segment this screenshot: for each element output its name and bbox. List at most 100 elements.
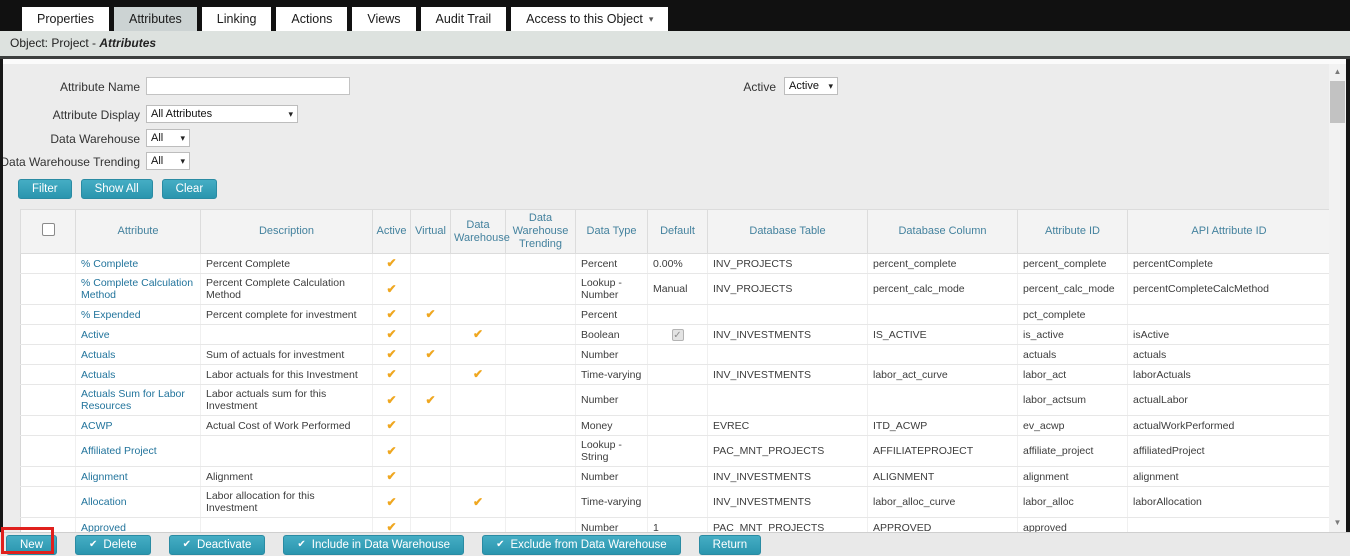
table-row: Approved✔Number1PAC_MNT_PROJECTSAPPROVED… xyxy=(21,518,1331,533)
attribute-link[interactable]: Actuals xyxy=(81,349,115,361)
clear-button[interactable]: Clear xyxy=(162,179,217,199)
cell-description: Sum of actuals for investment xyxy=(201,345,373,365)
tab-linking[interactable]: Linking xyxy=(202,7,272,31)
active-filter-label: Active xyxy=(706,80,776,94)
attribute-link[interactable]: % Complete xyxy=(81,258,138,270)
tab-label: Access to this Object xyxy=(526,12,643,26)
check-icon: ✔ xyxy=(386,520,396,532)
cell-description xyxy=(201,518,373,533)
attribute-link[interactable]: Actuals xyxy=(81,369,115,381)
scroll-up-icon[interactable]: ▲ xyxy=(1329,64,1346,79)
chevron-down-icon: ▾ xyxy=(649,14,654,25)
filter-button[interactable]: Filter xyxy=(18,179,72,199)
cell-description: Percent Complete Calculation Method xyxy=(201,274,373,305)
cell-attribute_id: approved xyxy=(1018,518,1128,533)
vertical-scrollbar[interactable]: ▲ ▼ xyxy=(1329,64,1346,532)
select-all-checkbox[interactable] xyxy=(42,223,55,236)
cell-dw_trending xyxy=(506,305,576,325)
cell-virtual xyxy=(411,436,451,467)
cell-dw_trending xyxy=(506,274,576,305)
attribute-link[interactable]: Affiliated Project xyxy=(81,445,157,457)
cell-db_column: labor_alloc_curve xyxy=(868,487,1018,518)
cell-_cb xyxy=(21,305,76,325)
cell-attribute: % Expended xyxy=(76,305,201,325)
table-row: % Complete Calculation Method Percent Com… xyxy=(21,274,1331,305)
cell-db_column: APPROVED xyxy=(868,518,1018,533)
cell-description: Labor actuals for this Investment xyxy=(201,365,373,385)
cell-db_column: ALIGNMENT xyxy=(868,467,1018,487)
tab-access-to-this-object[interactable]: Access to this Object ▾ xyxy=(511,7,668,31)
cell-dw_trending xyxy=(506,467,576,487)
tab-views[interactable]: Views xyxy=(352,7,415,31)
attribute-name-input[interactable] xyxy=(146,77,350,95)
cell-virtual: ✔ xyxy=(411,305,451,325)
select-all-header-cell xyxy=(21,210,76,254)
column-header-virtual: Virtual xyxy=(411,210,451,254)
delete-button[interactable]: ✔Delete xyxy=(75,535,151,555)
cell-attribute: ACWP xyxy=(76,416,201,436)
table-row: AlignmentAlignment✔NumberINV_INVESTMENTS… xyxy=(21,467,1331,487)
cell-attribute_id: alignment xyxy=(1018,467,1128,487)
return-button[interactable]: Return xyxy=(699,535,762,555)
cell-attribute: Actuals xyxy=(76,345,201,365)
cell-_cb xyxy=(21,254,76,274)
cell-api_attribute_id: actualWorkPerformed xyxy=(1128,416,1331,436)
exclude-from-data-warehouse-button[interactable]: ✔Exclude from Data Warehouse xyxy=(482,535,681,555)
include-in-data-warehouse-button[interactable]: ✔Include in Data Warehouse xyxy=(283,535,464,555)
cell-default xyxy=(648,305,708,325)
cell-attribute_id: percent_complete xyxy=(1018,254,1128,274)
scroll-down-icon[interactable]: ▼ xyxy=(1329,515,1346,530)
tab-audit-trail[interactable]: Audit Trail xyxy=(421,7,507,31)
cell-data_warehouse xyxy=(451,416,506,436)
panel-top-strip xyxy=(3,59,1346,64)
cell-db_table: PAC_MNT_PROJECTS xyxy=(708,518,868,533)
active-filter-select[interactable]: Active ▾ xyxy=(784,77,838,95)
cell-description: Alignment xyxy=(201,467,373,487)
deactivate-button[interactable]: ✔Deactivate xyxy=(169,535,266,555)
window-edge-left xyxy=(0,59,3,532)
attributes-table-wrap: AttributeDescriptionActiveVirtualData Wa… xyxy=(20,209,1330,532)
check-icon: ✔ xyxy=(386,393,396,407)
attribute-name-label: Attribute Name xyxy=(0,80,140,94)
cell-dw_trending xyxy=(506,254,576,274)
check-icon: ✔ xyxy=(425,307,435,321)
column-header-attribute: Attribute xyxy=(76,210,201,254)
attribute-link[interactable]: Active xyxy=(81,329,110,341)
cell-_cb xyxy=(21,436,76,467)
attribute-link[interactable]: Allocation xyxy=(81,496,127,508)
cell-dw_trending xyxy=(506,365,576,385)
attribute-link[interactable]: % Complete Calculation Method xyxy=(81,277,193,301)
tab-actions[interactable]: Actions xyxy=(276,7,347,31)
show-all-button[interactable]: Show All xyxy=(81,179,153,199)
new-button[interactable]: New xyxy=(6,535,57,555)
cell-virtual: ✔ xyxy=(411,385,451,416)
data-warehouse-select[interactable]: All ▾ xyxy=(146,129,190,147)
attribute-link[interactable]: Actuals Sum for Labor Resources xyxy=(81,388,185,412)
tab-attributes[interactable]: Attributes xyxy=(114,7,197,31)
cell-data_warehouse xyxy=(451,436,506,467)
column-header-data_warehouse: Data Warehouse xyxy=(451,210,506,254)
cell-active: ✔ xyxy=(373,325,411,345)
attribute-link[interactable]: % Expended xyxy=(81,309,141,321)
attribute-link[interactable]: Approved xyxy=(81,522,126,533)
attribute-link[interactable]: Alignment xyxy=(81,471,128,483)
tab-properties[interactable]: Properties xyxy=(22,7,109,31)
attribute-display-select[interactable]: All Attributes ▾ xyxy=(146,105,298,123)
cell-db_column: percent_complete xyxy=(868,254,1018,274)
cell-db_column: labor_act_curve xyxy=(868,365,1018,385)
dw-trending-select[interactable]: All ▾ xyxy=(146,152,190,170)
cell-data_warehouse xyxy=(451,305,506,325)
cell-default xyxy=(648,436,708,467)
check-icon: ✔ xyxy=(386,418,396,432)
check-icon: ✔ xyxy=(473,327,483,341)
cell-api_attribute_id: isActive xyxy=(1128,325,1331,345)
cell-dw_trending xyxy=(506,416,576,436)
scrollbar-thumb[interactable] xyxy=(1330,81,1345,123)
cell-description: Labor allocation for this Investment xyxy=(201,487,373,518)
cell-attribute: % Complete xyxy=(76,254,201,274)
table-header-row: AttributeDescriptionActiveVirtualData Wa… xyxy=(21,210,1331,254)
attribute-link[interactable]: ACWP xyxy=(81,420,113,432)
cell-virtual xyxy=(411,325,451,345)
cell-virtual xyxy=(411,518,451,533)
cell-data_type: Number xyxy=(576,467,648,487)
